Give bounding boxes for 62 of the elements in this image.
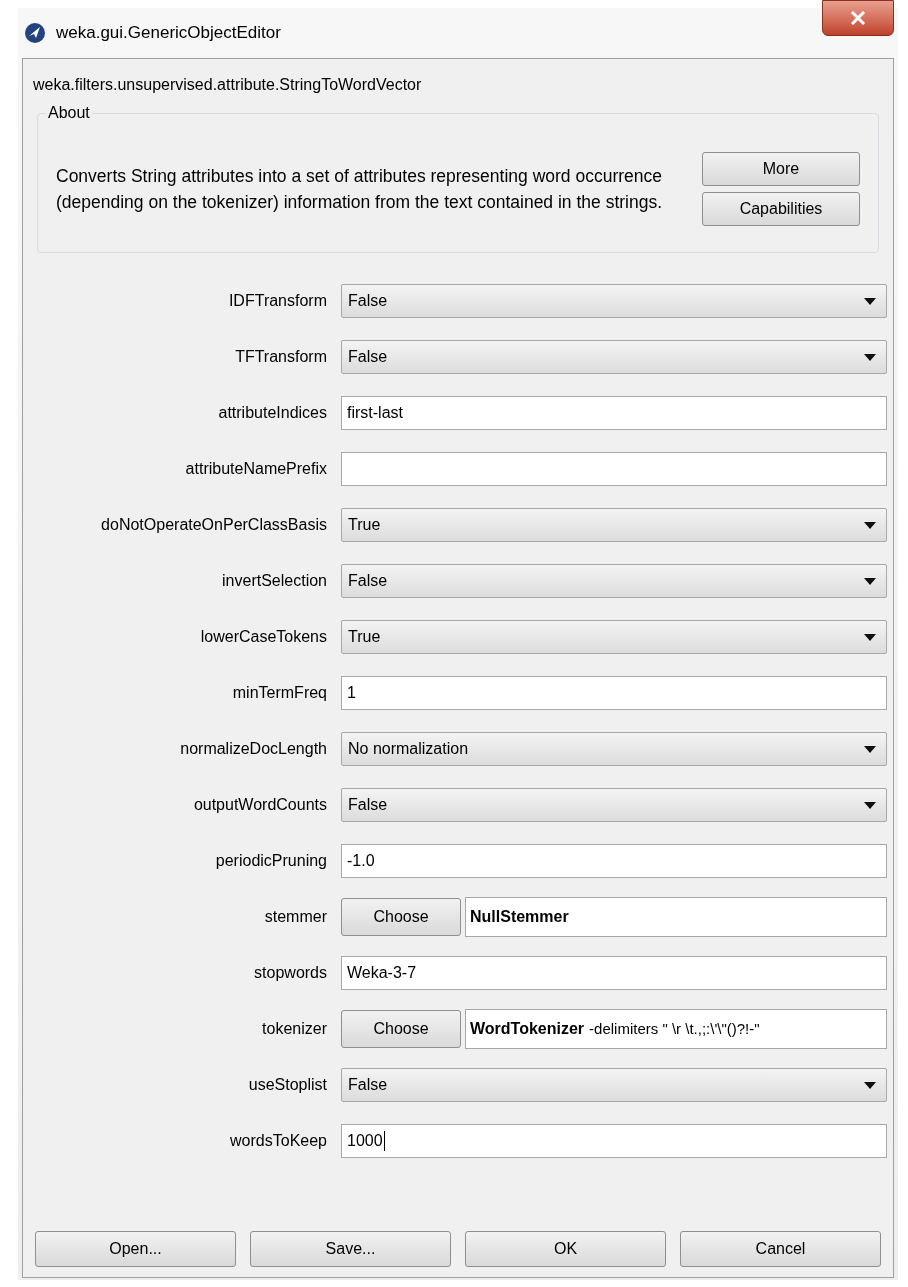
property-label: attributeIndices bbox=[217, 403, 328, 423]
property-label: normalizeDocLength bbox=[179, 739, 328, 759]
description-text: Converts String attributes into a set of attributes representing word occurrence (depending on the tokenizer) information from the text contained in the strings. bbox=[56, 165, 664, 214]
dropdown-value: False bbox=[348, 291, 389, 311]
window-title: weka.gui.GenericObjectEditor bbox=[56, 22, 281, 45]
dialog-button[interactable]: Save... bbox=[250, 1231, 451, 1267]
caret-icon bbox=[864, 1081, 876, 1089]
dialog-button[interactable]: Open... bbox=[35, 1231, 236, 1267]
dropdown[interactable]: True bbox=[341, 508, 887, 542]
dialog-button[interactable]: More bbox=[702, 152, 860, 186]
dialog-button[interactable]: OK bbox=[465, 1231, 666, 1267]
dropdown[interactable]: False bbox=[341, 1068, 887, 1102]
property-label: wordsToKeep bbox=[229, 1131, 328, 1151]
property-label: outputWordCounts bbox=[192, 795, 328, 815]
dropdown-value: False bbox=[348, 1075, 389, 1095]
caret-icon bbox=[864, 633, 876, 641]
property-label: TFTransform bbox=[234, 347, 328, 367]
property-label: useStoplist bbox=[247, 1075, 328, 1095]
dropdown[interactable]: False bbox=[341, 284, 887, 318]
dropdown-value: True bbox=[348, 515, 382, 535]
property-label: lowerCaseTokens bbox=[199, 627, 328, 647]
dropdown[interactable]: False bbox=[341, 564, 887, 598]
dialog-button[interactable]: Capabilities bbox=[702, 192, 860, 226]
dropdown-value: False bbox=[348, 795, 389, 815]
choose-button[interactable]: Choose bbox=[341, 1010, 461, 1048]
property-label: invertSelection bbox=[221, 571, 328, 591]
dropdown[interactable]: False bbox=[341, 788, 887, 822]
dropdown[interactable]: No normalization bbox=[341, 732, 887, 766]
close-button[interactable] bbox=[822, 0, 894, 36]
object-field[interactable]: WordTokenizer -delimiters " \r \t.,;:\'\"()?!-" bbox=[465, 1009, 887, 1049]
caret-icon bbox=[864, 745, 876, 753]
dropdown-value: False bbox=[348, 347, 389, 367]
property-label: periodicPruning bbox=[214, 851, 328, 871]
input-field[interactable]: Weka-3-7 bbox=[341, 956, 887, 990]
dropdown-value: No normalization bbox=[348, 739, 470, 759]
property-label: attributeNamePrefix bbox=[184, 459, 328, 479]
input-field[interactable]: 1000 bbox=[341, 1124, 887, 1158]
input-field[interactable]: 1 bbox=[341, 676, 887, 710]
choose-button[interactable]: Choose bbox=[341, 898, 461, 936]
object-field[interactable]: NullStemmer bbox=[465, 897, 887, 937]
input-field[interactable]: first-last bbox=[341, 396, 887, 430]
property-label: doNotOperateOnPerClassBasis bbox=[100, 515, 328, 535]
dropdown-value: False bbox=[348, 571, 389, 591]
property-label: tokenizer bbox=[261, 1019, 328, 1039]
property-label: stemmer bbox=[263, 907, 328, 927]
dropdown[interactable]: True bbox=[341, 620, 887, 654]
caret-icon bbox=[864, 521, 876, 529]
class-name-label: weka.filters.unsupervised.attribute.StringToWordVector bbox=[32, 75, 423, 95]
input-field[interactable] bbox=[341, 452, 887, 486]
dropdown-value: True bbox=[348, 627, 382, 647]
dialog-button[interactable]: Cancel bbox=[680, 1231, 881, 1267]
close-icon bbox=[850, 11, 866, 25]
app-icon bbox=[24, 22, 46, 44]
caret-icon bbox=[864, 297, 876, 305]
property-label: stopwords bbox=[253, 963, 328, 983]
caret-icon bbox=[864, 577, 876, 585]
property-label: IDFTransform bbox=[227, 291, 328, 311]
caret-icon bbox=[864, 801, 876, 809]
caret-icon bbox=[864, 353, 876, 361]
input-field[interactable]: -1.0 bbox=[341, 844, 887, 878]
property-label: minTermFreq bbox=[231, 683, 328, 703]
dropdown[interactable]: False bbox=[341, 340, 887, 374]
